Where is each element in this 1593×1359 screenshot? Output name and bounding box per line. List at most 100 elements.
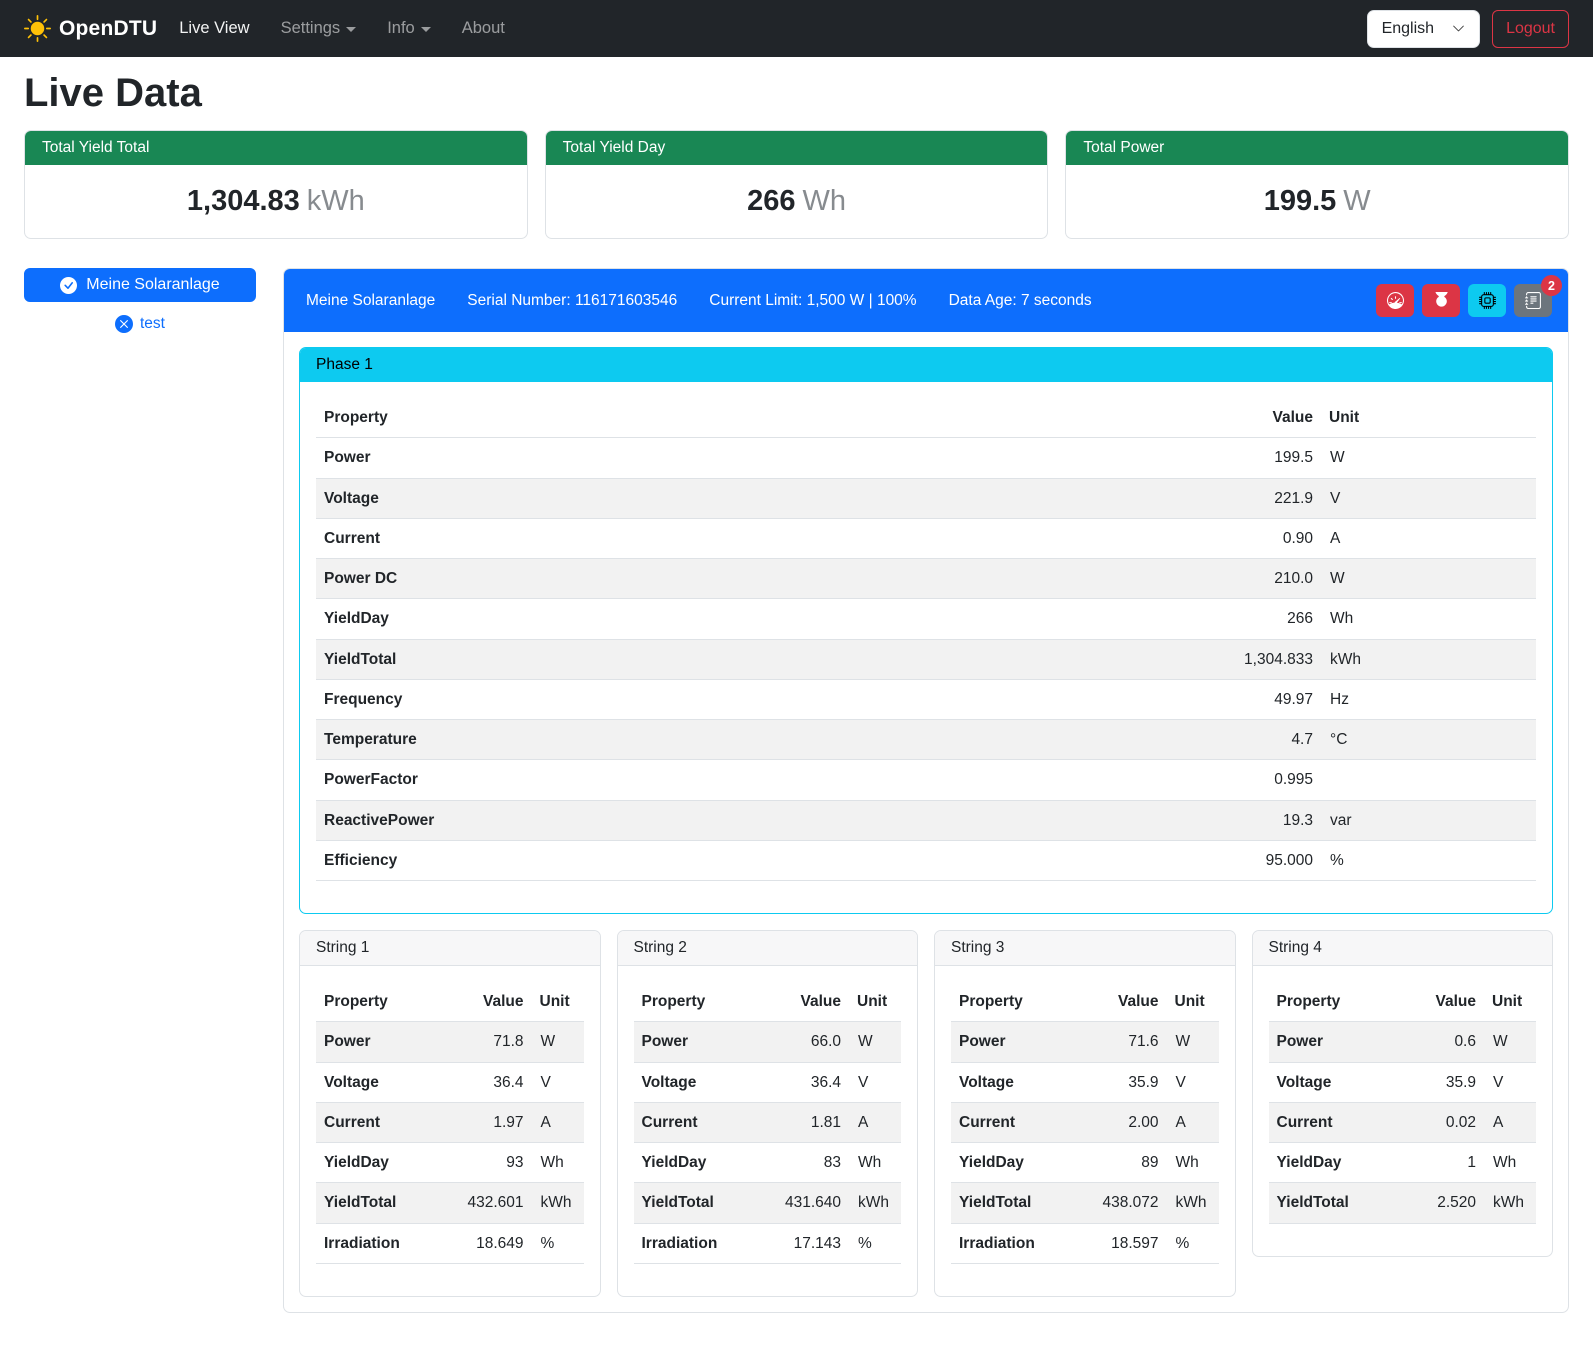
col-header-value: Value (754, 982, 849, 1022)
property-cell: Voltage (634, 1062, 755, 1102)
limit-settings-button[interactable] (1376, 284, 1414, 317)
restart-device-button[interactable] (1468, 284, 1506, 317)
string-2-table: Property Value Unit Power (634, 982, 902, 1264)
col-header-property: Property (316, 398, 917, 438)
check-circle-icon (60, 277, 77, 294)
sidebar-item-label: Meine Solaranlage (86, 276, 219, 294)
speedometer-icon (1387, 292, 1404, 309)
unit-cell: Wh (1321, 599, 1536, 639)
language-select[interactable]: English (1367, 10, 1480, 48)
value-cell: 66.0 (754, 1022, 849, 1062)
table-header-row: Property Value Unit (951, 982, 1219, 1022)
property-cell: Power (634, 1022, 755, 1062)
sidebar-item-test[interactable]: test (24, 315, 256, 333)
nav-about[interactable]: About (462, 19, 505, 38)
nav-info[interactable]: Info (387, 19, 431, 38)
table-row: PowerFactor 0.995 (316, 760, 1536, 800)
event-log-button[interactable]: 2 (1514, 284, 1552, 317)
table-row: YieldTotal 431.640 kWh (634, 1183, 902, 1223)
unit-cell: W (849, 1022, 901, 1062)
property-cell: Power (316, 438, 917, 478)
unit-cell: V (1321, 478, 1536, 518)
sidebar-item-meine-solaranlage[interactable]: Meine Solaranlage (24, 268, 256, 302)
inverter-panel: Meine Solaranlage Serial Number: 1161716… (283, 268, 1569, 1313)
col-header-unit: Unit (849, 982, 901, 1022)
inverter-limit: Current Limit: 1,500 W | 100% (709, 292, 916, 310)
total-yield-total-value: 1,304.83 (187, 185, 300, 217)
table-row: YieldTotal 2.520 kWh (1269, 1183, 1537, 1223)
inverter-panel-body: Phase 1 Property Value Unit (284, 332, 1568, 1312)
table-row: Power 0.6 W (1269, 1022, 1537, 1062)
value-cell: 438.072 (1072, 1183, 1167, 1223)
property-cell: Temperature (316, 720, 917, 760)
card-total-yield-day: Total Yield Day 266Wh (545, 130, 1049, 239)
unit-cell: V (532, 1062, 584, 1102)
property-cell: Irradiation (634, 1223, 755, 1263)
table-row: Irradiation 17.143 % (634, 1223, 902, 1263)
string-2-card: String 2 Property Value Unit (617, 930, 919, 1297)
logout-button[interactable]: Logout (1492, 10, 1569, 48)
string-1-table: Property Value Unit Power (316, 982, 584, 1264)
string-3-card: String 3 Property Value Unit (934, 930, 1236, 1297)
table-row: Efficiency 95.000 % (316, 840, 1536, 880)
unit-cell: W (1484, 1022, 1536, 1062)
value-cell: 432.601 (437, 1183, 532, 1223)
string-1-card: String 1 Property Value Unit (299, 930, 601, 1297)
page-title: Live Data (24, 71, 1569, 116)
col-header-unit: Unit (1167, 982, 1219, 1022)
unit-cell: Hz (1321, 679, 1536, 719)
card-total-power: Total Power 199.5W (1065, 130, 1569, 239)
col-header-property: Property (634, 982, 755, 1022)
cpu-icon (1479, 292, 1496, 309)
col-header-property: Property (951, 982, 1072, 1022)
card-header: Total Power (1066, 131, 1568, 165)
card-header: Total Yield Day (546, 131, 1048, 165)
string-3-header: String 3 (935, 931, 1235, 966)
property-cell: YieldTotal (1269, 1183, 1400, 1223)
navbar-right: English Logout (1367, 10, 1569, 48)
table-row: Power DC 210.0 W (316, 559, 1536, 599)
unit-cell: var (1321, 800, 1536, 840)
value-cell: 0.90 (917, 518, 1321, 558)
power-toggle-button[interactable] (1422, 284, 1460, 317)
string-2-header: String 2 (618, 931, 918, 966)
property-cell: Power (1269, 1022, 1400, 1062)
unit-cell: A (1167, 1102, 1219, 1142)
table-row: YieldTotal 438.072 kWh (951, 1183, 1219, 1223)
property-cell: Voltage (1269, 1062, 1400, 1102)
property-cell: Voltage (951, 1062, 1072, 1102)
value-cell: 2.520 (1400, 1183, 1484, 1223)
brand[interactable]: OpenDTU (24, 15, 157, 42)
unit-cell: kWh (849, 1183, 901, 1223)
value-cell: 19.3 (917, 800, 1321, 840)
property-cell: YieldDay (634, 1143, 755, 1183)
table-row: Power 199.5 W (316, 438, 1536, 478)
table-row: YieldTotal 432.601 kWh (316, 1183, 584, 1223)
property-cell: ReactivePower (316, 800, 917, 840)
property-cell: YieldTotal (634, 1183, 755, 1223)
property-cell: Irradiation (951, 1223, 1072, 1263)
total-yield-day-unit: Wh (802, 185, 846, 217)
unit-cell: Wh (849, 1143, 901, 1183)
sun-icon (24, 15, 51, 42)
value-cell: 0.02 (1400, 1102, 1484, 1142)
string-4-header: String 4 (1253, 931, 1553, 966)
value-cell: 35.9 (1400, 1062, 1484, 1102)
unit-cell: % (1321, 840, 1536, 880)
x-circle-icon (115, 315, 133, 333)
property-cell: Frequency (316, 679, 917, 719)
inverter-actions: 2 (1376, 284, 1552, 317)
value-cell: 35.9 (1072, 1062, 1167, 1102)
nav-live-view[interactable]: Live View (179, 19, 249, 38)
unit-cell: A (1321, 518, 1536, 558)
card-body: 1,304.83kWh (25, 165, 527, 238)
nav-about-label: About (462, 19, 505, 38)
table-row: YieldDay 266 Wh (316, 599, 1536, 639)
phase-1-header: Phase 1 (300, 348, 1552, 382)
value-cell: 221.9 (917, 478, 1321, 518)
top-navbar: OpenDTU Live View Settings Info About En… (0, 0, 1593, 57)
unit-cell: % (849, 1223, 901, 1263)
nav-settings[interactable]: Settings (281, 19, 357, 38)
col-header-unit: Unit (1484, 982, 1536, 1022)
unit-cell: V (1484, 1062, 1536, 1102)
